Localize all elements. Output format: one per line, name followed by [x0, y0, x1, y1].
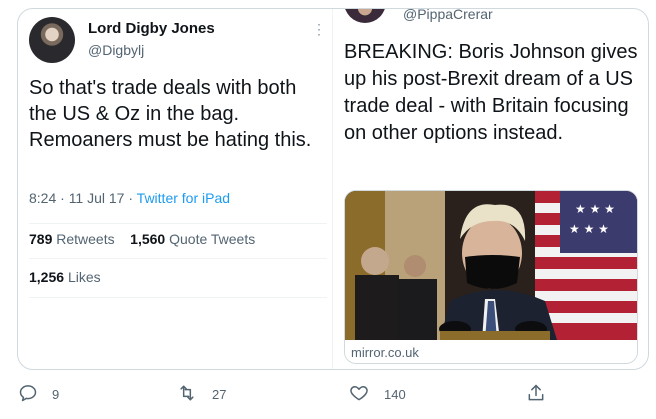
author-handle[interactable]: @PippaCrerar: [403, 9, 493, 22]
like-action[interactable]: 140: [348, 383, 406, 406]
heart-icon[interactable]: [348, 383, 370, 406]
engagement-stats-row: 789 Retweets 1,560 Quote Tweets: [29, 231, 255, 247]
avatar[interactable]: [29, 17, 75, 63]
card-domain[interactable]: mirror.co.uk: [345, 340, 637, 363]
left-tweet[interactable]: Lord Digby Jones @Digbylj ⋮ So that's tr…: [18, 9, 332, 369]
share-action[interactable]: [526, 383, 546, 406]
tweet-text: So that's trade deals with both the US &…: [29, 77, 312, 151]
quote-tweets-stat[interactable]: 1,560 Quote Tweets: [130, 231, 255, 247]
svg-text:★ ★ ★: ★ ★ ★: [575, 202, 615, 216]
right-tweet[interactable]: @PippaCrerar BREAKING: Boris Johnson giv…: [333, 9, 648, 369]
tweet-timestamp[interactable]: 8:24 · 11 Jul 17 ·: [29, 190, 137, 206]
more-options-icon[interactable]: ⋮: [312, 21, 326, 38]
reply-action[interactable]: 9: [18, 383, 59, 406]
tweet-source-link[interactable]: Twitter for iPad: [137, 190, 230, 206]
quoted-tweets-frame: Lord Digby Jones @Digbylj ⋮ So that's tr…: [17, 8, 649, 370]
share-icon[interactable]: [526, 383, 546, 406]
retweet-count: 27: [212, 387, 227, 402]
divider: [29, 223, 327, 224]
like-count: 140: [384, 387, 406, 402]
divider: [29, 297, 327, 298]
likes-stat[interactable]: 1,256 Likes: [29, 269, 101, 285]
card-photo-image: ★ ★ ★ ★ ★ ★: [345, 191, 637, 340]
tweet-meta: 8:24 · 11 Jul 17 · Twitter for iPad: [29, 190, 230, 206]
retweet-action[interactable]: 27: [176, 383, 226, 406]
reply-count: 9: [52, 387, 60, 402]
divider: [29, 258, 327, 259]
svg-text:★ ★ ★: ★ ★ ★: [569, 222, 609, 236]
author-name[interactable]: Lord Digby Jones: [88, 20, 215, 37]
avatar[interactable]: [344, 9, 386, 23]
link-card[interactable]: ★ ★ ★ ★ ★ ★ mirror.co.uk: [344, 190, 638, 364]
author-handle[interactable]: @Digbylj: [88, 42, 144, 58]
card-photo[interactable]: ★ ★ ★ ★ ★ ★: [345, 191, 637, 340]
retweets-stat[interactable]: 789 Retweets: [29, 231, 115, 247]
tweet-text: BREAKING: Boris Johnson gives up his pos…: [344, 41, 638, 144]
reply-icon[interactable]: [18, 383, 38, 406]
retweet-icon[interactable]: [176, 383, 198, 406]
